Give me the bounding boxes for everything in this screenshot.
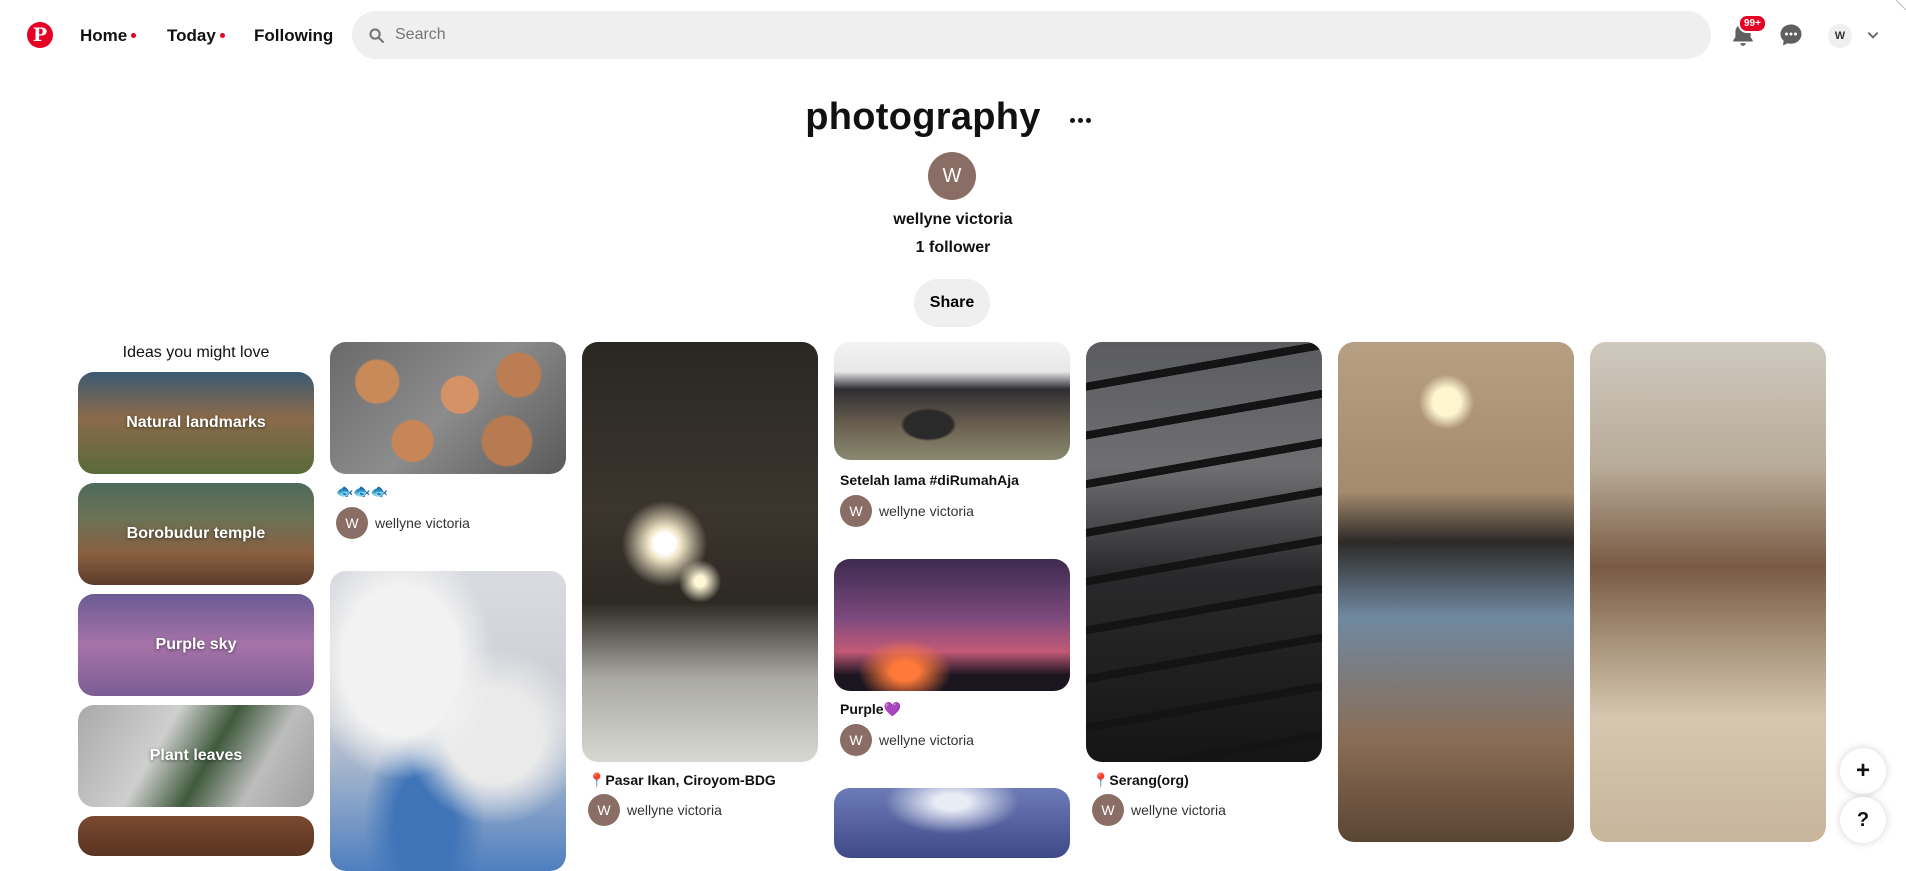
nav-today-label: Today [167, 26, 216, 45]
board-owner-name[interactable]: wellyne victoria [0, 211, 1906, 229]
pin-user-name: wellyne victoria [879, 732, 974, 748]
nav-home-notification-dot [131, 32, 137, 38]
idea-card-label: Purple sky [155, 636, 237, 653]
pin-user-name: wellyne victoria [627, 802, 722, 818]
pin-image-market-counter[interactable] [1590, 342, 1826, 842]
pinterest-logo-icon[interactable]: P [27, 22, 53, 48]
pin-title[interactable]: Setelah lama #diRumahAja [840, 472, 1019, 488]
board-owner-avatar[interactable]: W [928, 152, 976, 200]
pin-user[interactable]: W wellyne victoria [840, 724, 974, 756]
pin-image-restaurant[interactable] [1338, 342, 1574, 842]
pin-user[interactable]: W wellyne victoria [336, 507, 470, 539]
ideas-section-title: Ideas you might love [122, 344, 270, 361]
nav-following-label: Following [254, 26, 334, 45]
pin-image-partial[interactable] [834, 788, 1070, 858]
idea-card-purple-sky[interactable]: Purple sky [78, 594, 314, 696]
pin-title[interactable]: 🐟🐟🐟 [336, 483, 388, 500]
pin-image-fish-market[interactable] [582, 342, 818, 762]
nav-today[interactable]: Today [167, 26, 225, 46]
pin-user-avatar: W [840, 495, 872, 527]
nav-home-label: Home [80, 26, 128, 45]
search-icon [369, 27, 384, 43]
pin-image-fish[interactable] [330, 342, 566, 474]
idea-card-label: Natural landmarks [126, 414, 266, 431]
pin-image-purple-sunset[interactable] [834, 559, 1070, 691]
help-button[interactable]: ? [1840, 797, 1886, 843]
chevron-down-icon[interactable] [1866, 28, 1880, 42]
notification-count-badge: 99+ [1738, 14, 1767, 33]
pin-image-clouds[interactable] [330, 571, 566, 871]
idea-card-plant-leaves[interactable]: Plant leaves [78, 705, 314, 807]
pin-user-name: wellyne victoria [879, 503, 974, 519]
pin-user-name: wellyne victoria [1131, 802, 1226, 818]
pin-user-name: wellyne victoria [375, 515, 470, 531]
pin-user-avatar: W [336, 507, 368, 539]
pin-user[interactable]: W wellyne victoria [588, 794, 722, 826]
idea-card-partial[interactable] [78, 816, 314, 856]
nav-following[interactable]: Following [254, 26, 333, 46]
pin-image-building[interactable] [834, 342, 1070, 460]
messages-icon[interactable] [1779, 23, 1803, 47]
board-title: photography [805, 96, 1041, 138]
search-input[interactable] [395, 26, 1595, 44]
share-button[interactable]: Share [914, 279, 990, 327]
pin-user-avatar: W [840, 724, 872, 756]
pin-user-avatar: W [1092, 794, 1124, 826]
pin-title[interactable]: 📍Pasar Ikan, Ciroyom-BDG [588, 772, 776, 789]
pin-title[interactable]: 📍Serang(org) [1092, 772, 1189, 789]
more-options-icon[interactable] [1070, 118, 1091, 123]
add-button[interactable]: + [1840, 748, 1886, 794]
idea-card-label: Plant leaves [149, 747, 243, 764]
pin-image-dark-canopy[interactable] [1086, 342, 1322, 762]
follower-count[interactable]: 1 follower [0, 239, 1906, 257]
nav-home[interactable]: Home [80, 26, 137, 46]
user-avatar-button[interactable]: W [1828, 24, 1852, 48]
corner-indicator [1896, 0, 1906, 10]
nav-today-notification-dot [219, 32, 225, 38]
idea-card-borobudur-temple[interactable]: Borobudur temple [78, 483, 314, 585]
pin-user[interactable]: W wellyne victoria [1092, 794, 1226, 826]
pin-user[interactable]: W wellyne victoria [840, 495, 974, 527]
search-bar[interactable] [352, 11, 1711, 59]
pin-title[interactable]: Purple💜 [840, 701, 901, 718]
idea-card-label: Borobudur temple [126, 525, 266, 542]
top-nav-bar: P Home Today Following 99+ W [0, 0, 1906, 72]
pin-user-avatar: W [588, 794, 620, 826]
idea-card-natural-landmarks[interactable]: Natural landmarks [78, 372, 314, 474]
